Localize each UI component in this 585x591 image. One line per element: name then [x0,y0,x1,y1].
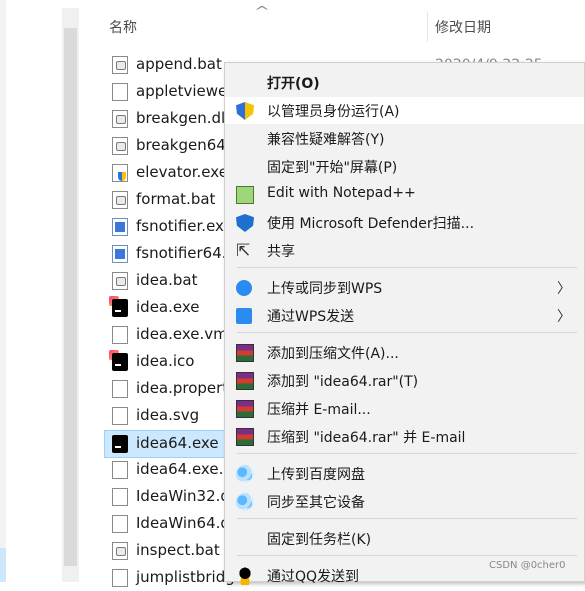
file-name: append.bat [136,55,222,73]
menu-item-label: 压缩到 "idea64.rar" 并 E-mail [267,430,466,446]
menu-item-pin-to-taskbar[interactable]: 固定到任务栏(K) [225,525,584,552]
menu-item-label: 同步至其它设备 [267,495,365,511]
menu-item-label: 固定到"开始"屏幕(P) [267,160,398,176]
qq-penguin-icon [236,567,254,585]
document-icon [112,488,128,506]
navigation-pane [0,0,62,582]
sort-ascending-icon: ^ [253,4,271,18]
menu-item-label: 压缩并 E-mail... [267,402,371,418]
menu-item-add-to-archive[interactable]: 添加到压缩文件(A)... [225,339,584,366]
column-header [79,0,585,52]
file-name: idea.ico [136,352,195,370]
menu-item-wps-upload[interactable]: 上传或同步到WPS 〉 [225,274,584,301]
bat-file-icon [112,56,128,74]
file-name: idea.exe [136,298,200,316]
baidu-netdisk-icon [236,465,254,483]
navigation-selected-item[interactable] [0,548,6,582]
bat-file-icon [112,110,128,128]
menu-item-label: 上传到百度网盘 [267,467,365,483]
menu-separator [237,267,577,268]
submenu-arrow-icon: 〉 [557,281,571,297]
notepadpp-icon [236,186,254,204]
menu-item-defender-scan[interactable]: 使用 Microsoft Defender扫描... [225,209,584,236]
menu-item-pin-to-start[interactable]: 固定到"开始"屏幕(P) [225,153,584,180]
bat-file-icon [112,542,128,560]
column-modified-date[interactable]: 修改日期 [435,17,491,37]
column-name[interactable]: 名称 [109,17,137,37]
document-icon [112,461,128,479]
menu-item-compress-email[interactable]: 压缩并 E-mail... [225,395,584,422]
menu-separator [237,332,577,333]
winrar-icon [236,344,254,362]
menu-item-add-to-idea64-rar[interactable]: 添加到 "idea64.rar"(T) [225,367,584,394]
file-name: breakgen.dll [136,109,230,127]
menu-item-share[interactable]: ⇱ 共享 [225,237,584,264]
file-name: format.bat [136,190,216,208]
wps-send-icon [236,308,252,324]
intellij-icon [109,432,128,453]
defender-shield-icon [236,214,254,232]
column-divider[interactable] [427,12,428,42]
winrar-icon [236,372,254,390]
document-icon [112,326,128,344]
menu-item-label: 以管理员身份运行(A) [267,104,400,120]
context-menu: 打开(O) 以管理员身份运行(A) 兼容性疑难解答(Y) 固定到"开始"屏幕(P… [224,62,585,585]
share-icon: ⇱ [236,241,251,261]
document-icon [112,569,128,587]
document-icon [112,407,128,425]
intellij-icon [109,296,128,317]
file-name: fsnotifier.exe [136,217,233,235]
menu-item-label: 共享 [267,244,295,260]
watermark: CSDN @0cher0 [489,560,566,571]
menu-item-compress-idea64-email[interactable]: 压缩到 "idea64.rar" 并 E-mail [225,423,584,450]
menu-separator [237,453,577,454]
menu-item-label: 通过WPS发送 [267,309,355,325]
menu-item-label: 打开(O) [267,76,320,92]
file-name: IdeaWin64.dll [136,514,239,532]
menu-item-baidu-upload[interactable]: 上传到百度网盘 [225,460,584,487]
menu-item-wps-send[interactable]: 通过WPS发送 〉 [225,302,584,329]
file-name: appletviewer [136,82,234,100]
window-exe-icon [112,218,128,236]
file-name: inspect.bat [136,541,220,559]
menu-item-edit-notepadpp[interactable]: Edit with Notepad++ [225,181,584,208]
menu-item-run-as-admin[interactable]: 以管理员身份运行(A) [225,97,584,124]
file-name: idea.svg [136,406,200,424]
bat-file-icon [112,191,128,209]
menu-item-label: 通过QQ发送到 [267,569,360,585]
menu-item-label: 使用 Microsoft Defender扫描... [267,216,475,232]
navigation-pane-edge [0,0,6,582]
document-icon [112,380,128,398]
file-name: idea.bat [136,271,198,289]
file-name: idea64.exe [136,434,219,452]
uac-shield-icon [236,102,254,120]
menu-item-sync-devices[interactable]: 同步至其它设备 [225,488,584,515]
document-icon [112,515,128,533]
menu-separator [237,555,577,556]
window-exe-icon [112,245,128,263]
winrar-icon [236,428,254,446]
bat-file-icon [112,272,128,290]
elevator-icon [112,164,128,182]
wps-cloud-upload-icon [236,280,252,296]
menu-item-open[interactable]: 打开(O) [225,69,584,96]
menu-item-label: Edit with Notepad++ [267,185,416,201]
baidu-netdisk-icon [236,493,254,511]
file-name: elevator.exe [136,163,228,181]
file-name: IdeaWin32.dll [136,487,239,505]
intellij-icon [109,350,128,371]
document-icon [112,83,128,101]
menu-item-label: 兼容性疑难解答(Y) [267,132,385,148]
submenu-arrow-icon: 〉 [557,309,571,325]
menu-item-label: 添加到 "idea64.rar"(T) [267,374,419,390]
menu-item-label: 添加到压缩文件(A)... [267,346,399,362]
winrar-icon [236,400,254,418]
menu-item-label: 固定到任务栏(K) [267,532,372,548]
bat-file-icon [112,137,128,155]
menu-item-label: 上传或同步到WPS [267,281,383,297]
scrollbar-thumb[interactable] [64,28,77,566]
menu-item-troubleshoot-compatibility[interactable]: 兼容性疑难解答(Y) [225,125,584,152]
menu-separator [237,518,577,519]
